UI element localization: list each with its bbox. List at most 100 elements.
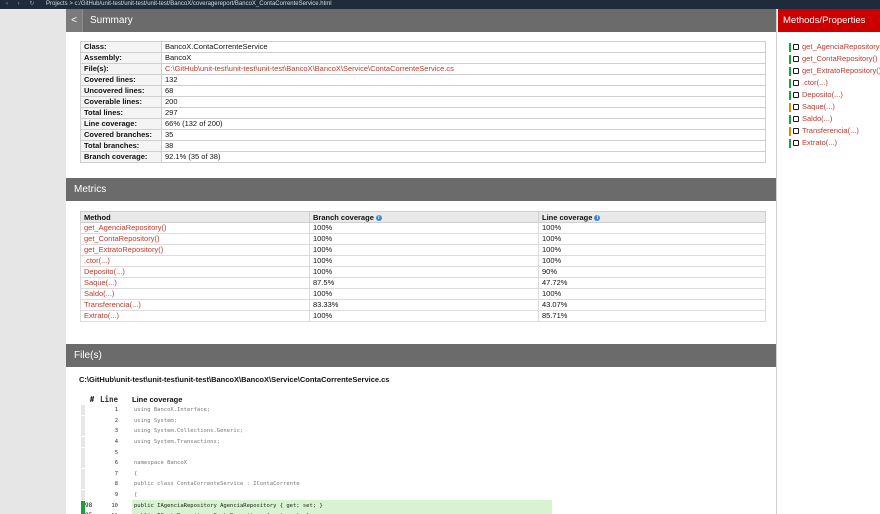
code-header-row: # Line Line coverage <box>79 394 552 405</box>
branch-coverage-value: 100% <box>309 266 539 278</box>
cube-icon <box>793 80 799 86</box>
metrics-row: Saldo(...) 100% 100% <box>80 288 766 300</box>
file-path-heading: C:\GitHub\unit-test\unit-test\unit-test\… <box>79 375 390 384</box>
browser-nav-icons[interactable]: ‹ › ↻ <box>6 0 38 9</box>
code-line: 9 { <box>79 490 552 501</box>
line-hits <box>85 469 99 480</box>
summary-row: Coverable lines: 200 <box>80 96 766 108</box>
sidebar-method-item[interactable]: Saque(...) <box>789 101 880 113</box>
code-line: 8 public class ContaCorrenteService : IC… <box>79 479 552 490</box>
file-link[interactable]: C:\GitHub\unit-test\unit-test\unit-test\… <box>161 63 766 75</box>
browser-address-bar[interactable]: ‹ › ↻ Projects > c:/GitHub/unit-test/uni… <box>0 0 880 9</box>
line-number[interactable]: 7 <box>99 469 132 480</box>
line-coverage-value: 85.71% <box>538 310 766 322</box>
line-number[interactable]: 9 <box>99 490 132 501</box>
line-code: { <box>134 492 138 499</box>
column-header-line-coverage[interactable]: Line coverage i <box>538 211 766 223</box>
branch-coverage-value: 100% <box>309 233 539 245</box>
sidebar-method-label: Saldo(...) <box>802 114 833 123</box>
metrics-row: get_ContaRepository() 100% 100% <box>80 233 766 245</box>
branch-coverage-value: 100% <box>309 288 539 300</box>
summary-value: 68 <box>161 85 766 97</box>
summary-label: Total lines: <box>80 107 162 119</box>
sidebar-method-item[interactable]: Extrato(...) <box>789 137 880 149</box>
method-link[interactable]: get_ContaRepository() <box>80 233 310 245</box>
summary-row: Uncovered lines: 68 <box>80 85 766 97</box>
sidebar-method-item[interactable]: .ctor(...) <box>789 77 880 89</box>
column-header-branch-coverage[interactable]: Branch coverage i <box>309 211 539 223</box>
sidebar-method-label: get_AgenciaRepository() <box>802 42 880 51</box>
metrics-row: Transferencia(...) 83.33% 43.07% <box>80 299 766 311</box>
summary-section: Class: BancoX.ContaCorrenteService Assembl… <box>66 32 776 178</box>
coverage-bar <box>789 139 791 148</box>
line-code: using System; <box>134 417 178 424</box>
summary-label: Uncovered lines: <box>80 85 162 97</box>
metrics-row: get_ExtratoRepository() 100% 100% <box>80 244 766 256</box>
metrics-row: Extrato(...) 100% 85.71% <box>80 310 766 322</box>
branch-coverage-value: 83.33% <box>309 299 539 311</box>
line-number[interactable]: 6 <box>99 458 132 469</box>
line-hits <box>85 416 99 427</box>
code-line: 7{ <box>79 468 552 480</box>
code-line: 1 using BancoX.Interface; <box>79 405 552 416</box>
method-link[interactable]: .ctor(...) <box>80 255 310 267</box>
line-coverage-value: 100% <box>538 222 766 234</box>
line-number[interactable]: 5 <box>99 447 132 458</box>
summary-value: BancoX.ContaCorrenteService <box>161 41 766 53</box>
cube-icon <box>793 104 799 110</box>
line-hits <box>85 479 99 490</box>
method-link[interactable]: Saque(...) <box>80 277 310 289</box>
code-line: 4 using System.Transactions; <box>79 437 552 448</box>
column-header-method[interactable]: Method <box>80 211 310 223</box>
line-number[interactable]: 4 <box>99 437 132 448</box>
summary-label: File(s): <box>80 63 162 75</box>
line-code: public IAgenciaRepository AgenciaReposit… <box>132 500 552 511</box>
info-icon[interactable]: i <box>594 214 601 221</box>
files-header: File(s) <box>66 344 776 367</box>
info-icon[interactable]: i <box>375 214 382 221</box>
coverage-bar <box>789 79 791 88</box>
sidebar-method-label: get_ContaRepository() <box>802 54 878 63</box>
cube-icon <box>793 44 799 50</box>
coverage-bar <box>789 115 791 124</box>
code-line: 5 <box>79 447 552 458</box>
line-number[interactable]: 2 <box>99 416 132 427</box>
sidebar-method-item[interactable]: Deposito(...) <box>789 89 880 101</box>
sidebar-method-item[interactable]: get_AgenciaRepository() <box>789 41 880 53</box>
summary-value: 35 <box>161 129 766 141</box>
summary-title: Summary <box>90 15 133 26</box>
summary-label: Branch coverage: <box>80 151 162 163</box>
summary-label: Covered lines: <box>80 74 162 86</box>
line-number[interactable]: 1 <box>99 405 132 416</box>
column-header-line-coverage: Line coverage <box>132 395 183 404</box>
column-header-hits: # <box>89 395 95 404</box>
column-header-line: Line <box>99 395 118 404</box>
code-line: 98 10 public IAgenciaRepository AgenciaRe… <box>79 500 552 511</box>
line-number[interactable]: 10 <box>99 500 132 511</box>
browser-url[interactable]: Projects > c:/GitHub/unit-test/unit-test… <box>46 1 332 7</box>
sidebar-toggle-button[interactable]: < <box>66 9 83 32</box>
sidebar-method-label: Saque(...) <box>802 102 835 111</box>
method-link[interactable]: get_ExtratoRepository() <box>80 244 310 256</box>
coverage-bar <box>789 43 791 52</box>
method-link[interactable]: Saldo(...) <box>80 288 310 300</box>
line-coverage-value: 47.72% <box>538 277 766 289</box>
line-number[interactable]: 3 <box>99 426 132 437</box>
method-link[interactable]: Extrato(...) <box>80 310 310 322</box>
sidebar-method-item[interactable]: get_ContaRepository() <box>789 53 880 65</box>
method-link[interactable]: Transferencia(...) <box>80 299 310 311</box>
summary-row: Total branches: 38 <box>80 140 766 152</box>
sidebar-method-item[interactable]: Transferencia(...) <box>789 125 880 137</box>
line-number[interactable]: 8 <box>99 479 132 490</box>
cube-icon <box>793 140 799 146</box>
sidebar-title: Methods/Properties <box>778 9 880 32</box>
sidebar-method-item[interactable]: Saldo(...) <box>789 113 880 125</box>
sidebar-method-item[interactable]: get_ExtratoRepository() <box>789 65 880 77</box>
line-coverage-value: 90% <box>538 266 766 278</box>
branch-coverage-value: 100% <box>309 310 539 322</box>
code-line: 2 using System; <box>79 415 552 427</box>
summary-row: Covered lines: 132 <box>80 74 766 86</box>
summary-header: < Summary <box>66 9 776 32</box>
method-link[interactable]: Deposito(...) <box>80 266 310 278</box>
method-link[interactable]: get_AgenciaRepository() <box>80 222 310 234</box>
